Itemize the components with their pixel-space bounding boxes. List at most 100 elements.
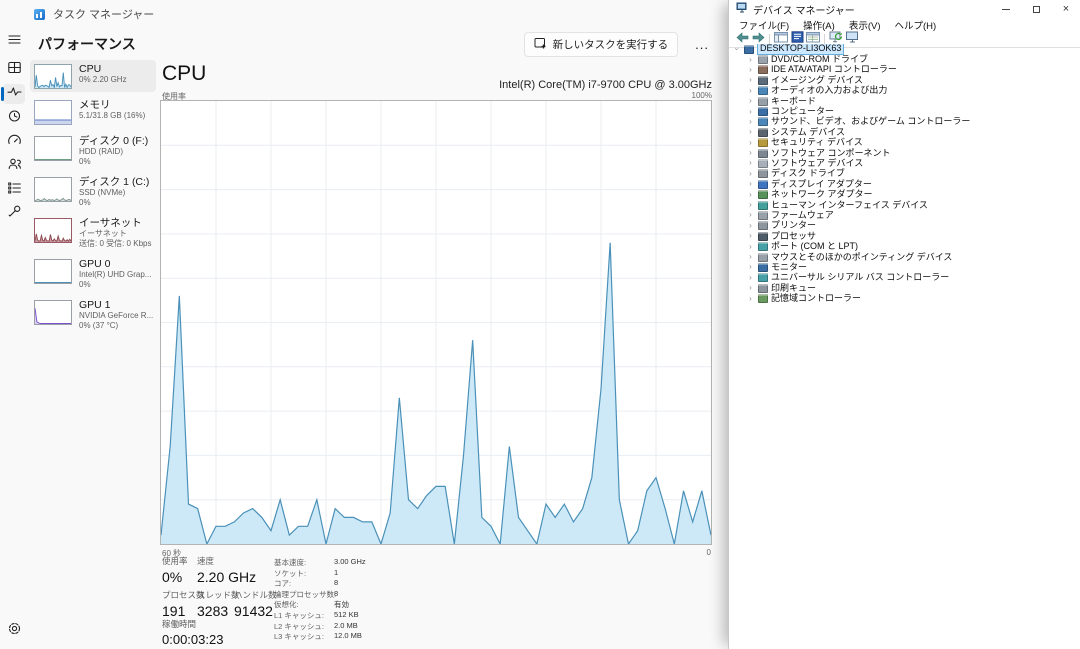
chevron-right-icon[interactable]: › xyxy=(746,97,755,105)
run-new-task-button[interactable]: 新しいタスクを実行する xyxy=(524,32,679,57)
tree-item-8[interactable]: ›セキュリティ デバイス xyxy=(729,138,1080,148)
tree-item-9[interactable]: ›ソフトウェア コンポーネント xyxy=(729,148,1080,158)
cpu-card-title: CPU xyxy=(79,63,127,75)
tree-item-22[interactable]: › 印刷キュー xyxy=(729,283,1080,293)
mice-pointing-devices-icon xyxy=(758,253,768,262)
tree-root-node[interactable]: ›DESKTOP-LI3OK63 xyxy=(729,44,1080,54)
chevron-right-icon[interactable]: › xyxy=(746,274,755,282)
tree-item-13[interactable]: ›ネットワーク アダプター xyxy=(729,189,1080,199)
chevron-right-icon[interactable]: › xyxy=(746,201,755,209)
rail-performance-button[interactable] xyxy=(3,84,25,104)
gpu1-mini-graph xyxy=(34,300,72,325)
tree-item-15[interactable]: ›ファームウェア xyxy=(729,210,1080,220)
sidebar-card-disk1[interactable]: ディスク 1 (C:)SSD (NVMe)0% xyxy=(30,173,156,210)
sidebar-card-gpu0[interactable]: GPU 0Intel(R) UHD Grap...0% xyxy=(30,255,156,292)
tree-item-label: 印刷キュー xyxy=(771,284,816,293)
chevron-right-icon[interactable]: › xyxy=(746,87,755,95)
chevron-right-icon[interactable]: › xyxy=(746,118,755,126)
tree-item-16[interactable]: ›プリンター xyxy=(729,221,1080,231)
maximize-button[interactable] xyxy=(1030,3,1042,15)
chevron-right-icon[interactable]: › xyxy=(746,159,755,167)
task-manager-titlebar[interactable]: タスク マネージャー xyxy=(0,0,728,28)
toolbar-separator xyxy=(769,34,770,45)
tree-item-3[interactable]: ›オーディオの入力および出力 xyxy=(729,86,1080,96)
task-manager-app-icon xyxy=(34,9,45,20)
chevron-right-icon[interactable]: › xyxy=(746,232,755,240)
chevron-right-icon[interactable]: › xyxy=(746,180,755,188)
rail-settings-button[interactable] xyxy=(3,621,25,641)
sidebar-card-disk0[interactable]: ディスク 0 (F:)HDD (RAID)0% xyxy=(30,132,156,169)
tree-item-17[interactable]: ›プロセッサ xyxy=(729,231,1080,241)
tree-item-19[interactable]: ›マウスとそのほかのポインティング デバイス xyxy=(729,252,1080,262)
stat-value: 0% xyxy=(162,569,188,585)
detail-value: 8 xyxy=(334,578,338,587)
minimize-button[interactable] xyxy=(1000,3,1012,15)
tree-item-11[interactable]: ›ディスク ドライブ xyxy=(729,169,1080,179)
tree-item-7[interactable]: › システム デバイス xyxy=(729,127,1080,137)
tree-item-20[interactable]: ›モニター xyxy=(729,262,1080,272)
rail-services-button[interactable] xyxy=(3,204,25,224)
chevron-right-icon[interactable]: › xyxy=(746,170,755,178)
chevron-right-icon[interactable]: › xyxy=(746,253,755,261)
chevron-right-icon[interactable]: › xyxy=(746,295,755,303)
rail-users-button[interactable] xyxy=(3,156,25,176)
tree-item-23[interactable]: ›記憶域コントローラー xyxy=(729,293,1080,303)
rail-processes-button[interactable] xyxy=(3,60,25,80)
stat-value: 0:00:03:23 xyxy=(162,632,223,647)
tree-item-2[interactable]: › イメージング デバイス xyxy=(729,75,1080,85)
tree-item-6[interactable]: ›サウンド、ビデオ、およびゲーム コントローラー xyxy=(729,117,1080,127)
tree-item-18[interactable]: ›ポート (COM と LPT) xyxy=(729,241,1080,251)
device-manager-window: デバイス マネージャー × ファイル(F)操作(A)表示(V)ヘルプ(H) ›D… xyxy=(728,0,1080,649)
close-button[interactable]: × xyxy=(1060,3,1072,15)
tree-item-label: システム デバイス xyxy=(771,128,845,137)
tree-item-label: イメージング デバイス xyxy=(771,76,863,85)
chevron-right-icon[interactable]: › xyxy=(746,222,755,230)
rail-navigation-menu-button[interactable] xyxy=(3,32,25,52)
maximize-icon xyxy=(1033,6,1040,13)
detail-row-0: 基本速度:3.00 GHz xyxy=(274,557,306,568)
cpu-processor-name: Intel(R) Core(TM) i7-9700 CPU @ 3.00GHz xyxy=(499,79,712,91)
tree-item-14[interactable]: ›ヒューマン インターフェイス デバイス xyxy=(729,200,1080,210)
tree-item-label: DVD/CD-ROM ドライブ xyxy=(771,55,868,64)
firmware-icon xyxy=(758,211,768,220)
chevron-right-icon[interactable]: › xyxy=(746,139,755,147)
tree-item-0[interactable]: › DVD/CD-ROM ドライブ xyxy=(729,54,1080,64)
tree-item-21[interactable]: ›ユニバーサル シリアル バス コントローラー xyxy=(729,273,1080,283)
chevron-right-icon[interactable]: › xyxy=(746,149,755,157)
stat-1: 速度2.20 GHz xyxy=(197,555,256,585)
chevron-right-icon[interactable]: › xyxy=(746,66,755,74)
menu-item-3[interactable]: ヘルプ(H) xyxy=(887,18,943,32)
cpu-panel: CPU Intel(R) Core(TM) i7-9700 CPU @ 3.00… xyxy=(160,62,712,647)
sidebar-card-ethernet[interactable]: イーサネットイーサネット送信: 0 受信: 0 Kbps xyxy=(30,214,156,251)
chevron-right-icon[interactable]: › xyxy=(746,76,755,84)
chevron-right-icon[interactable]: › xyxy=(746,211,755,219)
gpu0-mini-graph xyxy=(34,259,72,284)
chevron-right-icon[interactable]: › xyxy=(746,284,755,292)
rail-details-button[interactable] xyxy=(3,180,25,200)
disk0-card-title: ディスク 0 (F:) xyxy=(79,135,148,147)
chevron-right-icon[interactable]: › xyxy=(746,191,755,199)
navigation-menu-icon xyxy=(7,32,22,52)
tree-item-1[interactable]: ›IDE ATA/ATAPI コントローラー xyxy=(729,65,1080,75)
chevron-right-icon[interactable]: › xyxy=(746,243,755,251)
tree-item-12[interactable]: ›ディスプレイ アダプター xyxy=(729,179,1080,189)
sidebar-card-memory[interactable]: メモリ5.1/31.8 GB (16%) xyxy=(30,96,156,128)
more-options-button[interactable]: ... xyxy=(690,37,714,52)
disk-drives-icon xyxy=(758,169,768,178)
performance-sidebar: CPU0% 2.20 GHz メモリ5.1/31.8 GB (16%) ディスク 0… xyxy=(30,60,156,333)
detail-label: L1 キャッシュ: xyxy=(274,611,324,620)
sidebar-card-cpu[interactable]: CPU0% 2.20 GHz xyxy=(30,60,156,92)
sidebar-card-gpu1[interactable]: GPU 1NVIDIA GeForce R...0% (37 °C) xyxy=(30,296,156,333)
chevron-down-icon[interactable]: › xyxy=(733,45,741,54)
rail-startup-apps-button[interactable] xyxy=(3,132,25,152)
chevron-right-icon[interactable]: › xyxy=(746,263,755,271)
rail-app-history-button[interactable] xyxy=(3,108,25,128)
chevron-right-icon[interactable]: › xyxy=(746,128,755,136)
chevron-right-icon[interactable]: › xyxy=(746,56,755,64)
settings-icon xyxy=(7,621,22,641)
ports-com-lpt-icon xyxy=(758,242,768,251)
software-components-icon xyxy=(758,149,768,158)
tree-item-4[interactable]: ›キーボード xyxy=(729,96,1080,106)
chevron-right-icon[interactable]: › xyxy=(746,108,755,116)
device-manager-titlebar[interactable]: デバイス マネージャー × xyxy=(729,0,1080,18)
